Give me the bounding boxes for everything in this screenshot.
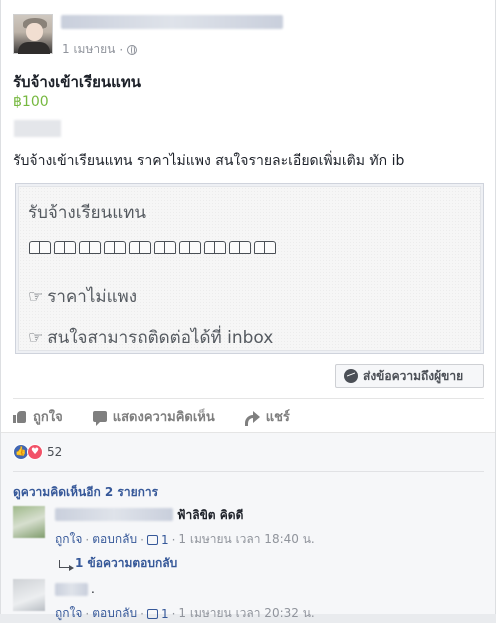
- message-seller-label: ส่งข้อความถึงผู้ขาย: [363, 368, 464, 383]
- separator: ·: [140, 532, 144, 547]
- image-contact-line: ☞ สนใจสามารถติดต่อได้ที่ inbox: [28, 324, 273, 351]
- view-replies-link[interactable]: 1 ข้อความตอบกลับ: [59, 554, 177, 573]
- image-contact-text: สนใจสามารถติดต่อได้ที่ inbox: [47, 328, 274, 348]
- commenter-name-redacted[interactable]: [55, 508, 173, 521]
- commenter-avatar[interactable]: [13, 506, 45, 538]
- thumbs-up-icon: [13, 410, 27, 423]
- comment-icon: [92, 411, 107, 426]
- comment-text: .: [91, 582, 95, 596]
- open-book-icon: [253, 239, 276, 254]
- globe-icon[interactable]: [127, 44, 138, 55]
- comment-time[interactable]: 1 เมษายน เวลา 18:40 น.: [178, 530, 314, 549]
- view-more-comments-link[interactable]: ดูความคิดเห็นอีก 2 รายการ: [13, 483, 158, 502]
- message-seller-button[interactable]: ส่งข้อความถึงผู้ขาย: [335, 364, 484, 388]
- image-heading: รับจ้างเรียนแทน: [28, 203, 147, 223]
- share-icon: [244, 410, 260, 426]
- open-book-icon: [103, 239, 126, 254]
- open-book-icon: [128, 239, 151, 254]
- comment-like-count[interactable]: 1: [161, 533, 169, 547]
- pointing-hand-icon: ☞: [28, 328, 44, 348]
- reactions-summary[interactable]: 👍 ♥ 52: [13, 444, 62, 460]
- replies-label: 1 ข้อความตอบกลับ: [75, 556, 178, 570]
- comment-reply-link[interactable]: ตอบกลับ: [92, 530, 137, 549]
- post-meta: 1 เมษายน ·: [62, 40, 138, 59]
- listing-price: ฿100: [13, 94, 49, 110]
- separator: ·: [85, 532, 90, 547]
- open-book-icon: [78, 239, 101, 254]
- open-book-icon: [228, 239, 251, 254]
- location-redacted: [14, 120, 61, 137]
- actions-top-divider: [13, 398, 484, 399]
- open-book-icon: [203, 239, 226, 254]
- open-book-icon-row: [28, 239, 276, 254]
- avatar-body: [18, 42, 50, 54]
- post-actions: ถูกใจ แสดงความคิดเห็น แชร์: [13, 406, 320, 427]
- open-book-icon: [178, 239, 201, 254]
- thumbs-up-icon: [146, 534, 158, 545]
- meta-separator: ·: [119, 42, 124, 57]
- share-label: แชร์: [265, 410, 290, 425]
- like-button[interactable]: ถูกใจ: [13, 406, 63, 427]
- open-book-icon: [53, 239, 76, 254]
- comment-button[interactable]: แสดงความคิดเห็น: [92, 406, 215, 427]
- post-card: 1 เมษายน · รับจ้างเข้าเรียนแทน ฿100 รับจ…: [0, 0, 496, 621]
- reactions-divider: [13, 471, 484, 472]
- author-avatar[interactable]: [13, 14, 53, 54]
- listing-description: รับจ้างเข้าเรียนแทน ราคาไม่แพง สนใจรายละ…: [13, 153, 405, 169]
- avatar-face: [26, 23, 43, 41]
- listing-image[interactable]: รับจ้างเรียนแทน ☞ ราคาไม่แพง ☞ สนใจสามารถต…: [15, 183, 484, 354]
- post-date[interactable]: 1 เมษายน: [62, 40, 115, 59]
- open-book-icon: [28, 239, 51, 254]
- comment-label: แสดงความคิดเห็น: [112, 410, 215, 425]
- share-button[interactable]: แชร์: [244, 406, 290, 427]
- commenter-name-redacted[interactable]: [55, 583, 88, 596]
- reply-arrow-icon: [59, 559, 74, 571]
- image-content: รับจ้างเรียนแทน ☞ ราคาไม่แพง ☞ สนใจสามารถต…: [18, 186, 481, 351]
- comment-like-link[interactable]: ถูกใจ: [55, 530, 82, 549]
- author-name-redacted[interactable]: [61, 15, 283, 29]
- comment-text: ฟ้าลิขิต คิดดี: [177, 508, 244, 522]
- separator: ·: [171, 532, 176, 547]
- reaction-count: 52: [47, 445, 63, 459]
- listing-title: รับจ้างเข้าเรียนแทน: [13, 73, 141, 91]
- like-label: ถูกใจ: [33, 410, 63, 425]
- comment-actions: ถูกใจ · ตอบกลับ · 1 · 1 เมษายน เวลา 18:4…: [55, 530, 315, 549]
- commenter-avatar[interactable]: [13, 579, 45, 611]
- open-book-icon: [153, 239, 176, 254]
- pointing-hand-icon: ☞: [28, 287, 44, 307]
- comments-section: 👍 ♥ 52 ดูความคิดเห็นอีก 2 รายการ ฟ้าลิขิ…: [1, 432, 495, 621]
- messenger-icon: [344, 369, 358, 383]
- love-reaction-icon: ♥: [27, 444, 43, 460]
- image-price-line: ☞ ราคาไม่แพง: [28, 283, 137, 310]
- image-price-text: ราคาไม่แพง: [47, 287, 138, 307]
